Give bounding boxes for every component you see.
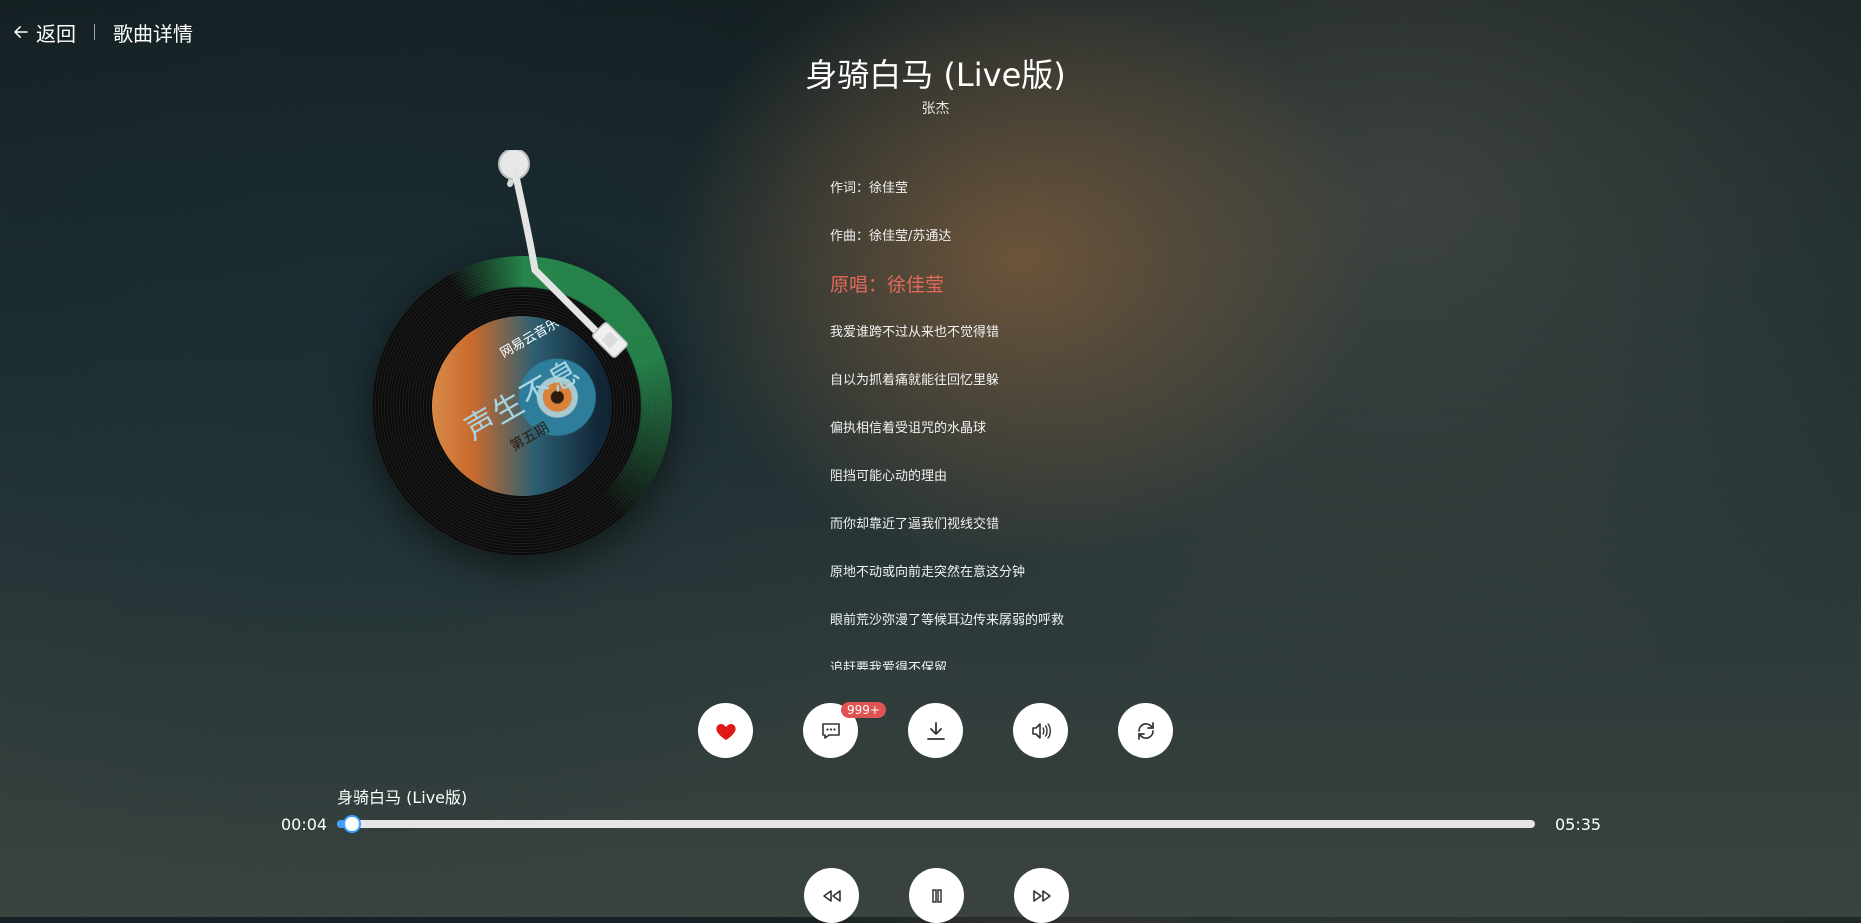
lyric-line: 追赶要我爱得不保留 bbox=[830, 661, 948, 670]
lyric-line: 作词：徐佳莹 bbox=[830, 181, 909, 196]
lyric-line: 而你却靠近了逼我们视线交错 bbox=[830, 517, 1000, 532]
singer-name: 张杰 bbox=[921, 101, 950, 117]
next-button[interactable] bbox=[1014, 868, 1069, 923]
top-bar: 返回 歌曲详情 bbox=[12, 18, 193, 46]
lyric-line: 偏执相信着受诅咒的水晶球 bbox=[830, 421, 987, 436]
lyric-line: 作曲：徐佳莹/苏通达 bbox=[830, 229, 952, 244]
progress-bar[interactable] bbox=[337, 815, 1535, 833]
lyrics-panel[interactable]: 作词：徐佳莹作曲：徐佳莹/苏通达原唱：徐佳莹我爱谁跨不过从来也不觉得错 自以为抓着… bbox=[830, 165, 1230, 670]
action-bar: 999+ bbox=[698, 702, 1176, 759]
lyric-line: 我爱谁跨不过从来也不觉得错 bbox=[830, 325, 1000, 340]
back-label: 返回 bbox=[36, 21, 76, 46]
lyric-line: 眼前荒沙弥漫了等候耳边传来孱弱的呼救 bbox=[830, 613, 1065, 628]
lyric-line: 原地不动或向前走突然在意这分钟 bbox=[830, 565, 1026, 580]
fast-forward-icon bbox=[1032, 889, 1051, 902]
pause-button[interactable] bbox=[909, 868, 964, 923]
arrow-left-icon bbox=[14, 26, 28, 38]
comment-count-badge: 999+ bbox=[841, 702, 886, 718]
now-playing-title: 身骑白马 (Live版) bbox=[337, 788, 468, 807]
tonearm bbox=[498, 150, 628, 358]
progress-knob[interactable] bbox=[342, 815, 361, 833]
header-divider bbox=[94, 24, 95, 40]
download-icon bbox=[926, 721, 945, 740]
previous-button[interactable] bbox=[804, 868, 859, 923]
lyric-line: 阻挡可能心动的理由 bbox=[830, 469, 948, 484]
heart-icon bbox=[715, 723, 736, 740]
vinyl-record: 声生不息 第五期 网易云音乐 bbox=[360, 150, 680, 570]
lyric-line: 自以为抓着痛就能往回忆里躲 bbox=[830, 373, 1000, 388]
page-title: 歌曲详情 bbox=[113, 21, 193, 46]
rewind-icon bbox=[822, 889, 841, 902]
download-button[interactable] bbox=[908, 703, 963, 758]
comment-icon bbox=[821, 722, 840, 739]
like-button[interactable] bbox=[698, 703, 753, 758]
pause-icon bbox=[931, 888, 942, 903]
back-button[interactable]: 返回 bbox=[12, 18, 76, 47]
sound-effect-button[interactable] bbox=[1013, 703, 1068, 758]
comment-button[interactable]: 999+ bbox=[803, 702, 886, 758]
playback-controls bbox=[804, 868, 1070, 923]
loop-icon bbox=[1137, 721, 1154, 740]
loop-mode-button[interactable] bbox=[1118, 703, 1173, 758]
song-title: 身骑白马 (Live版) bbox=[805, 56, 1066, 94]
current-time: 00:04 bbox=[281, 815, 328, 834]
lyric-line: 原唱：徐佳莹 bbox=[830, 274, 945, 296]
total-time: 05:35 bbox=[1555, 815, 1602, 834]
sound-effect-icon bbox=[1031, 722, 1051, 739]
